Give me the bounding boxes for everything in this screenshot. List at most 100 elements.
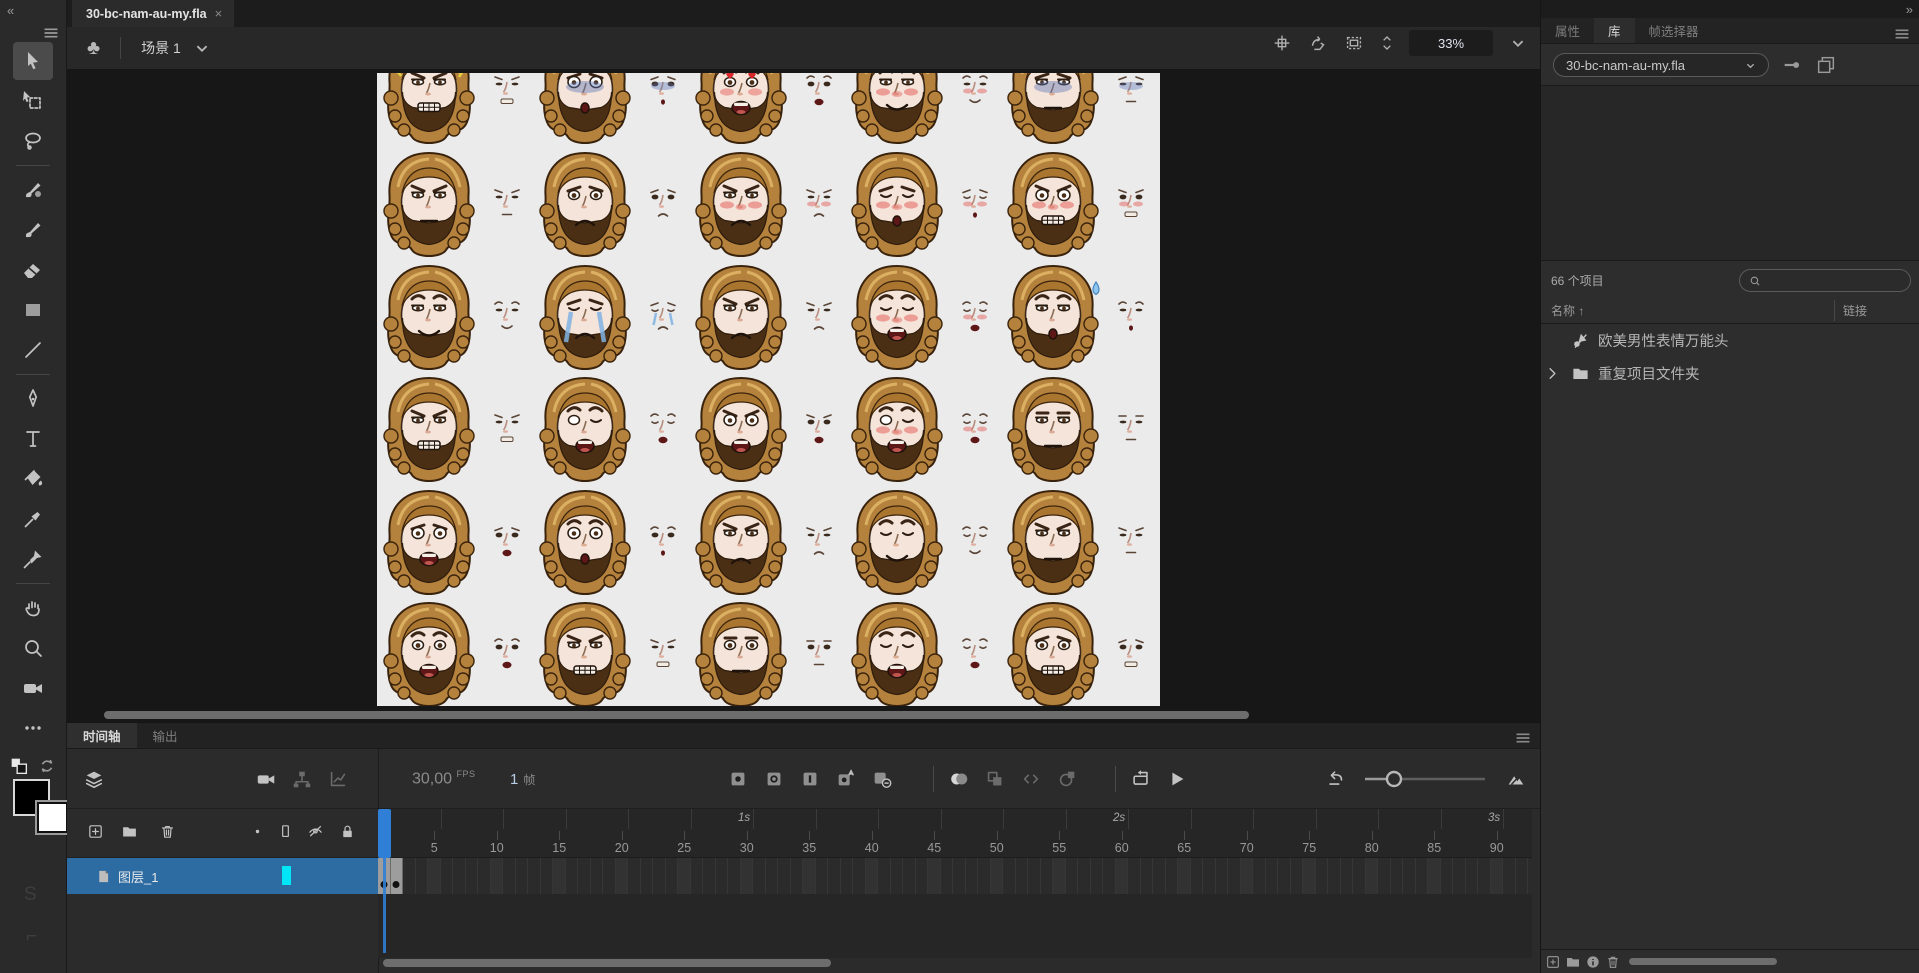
frame-cell[interactable]	[1116, 858, 1129, 894]
expand-folder-icon[interactable]	[1541, 364, 1563, 383]
frame-cell[interactable]	[1503, 858, 1516, 894]
frame-cell[interactable]	[1278, 858, 1291, 894]
sticker-neutral-meh[interactable]	[691, 597, 847, 706]
reset-timeline-zoom-icon[interactable]	[1325, 768, 1347, 790]
frame-cell[interactable]	[1341, 858, 1354, 894]
frame-cell[interactable]	[1191, 858, 1204, 894]
frame-cell[interactable]	[866, 858, 879, 894]
folder-icon[interactable]	[1571, 364, 1590, 383]
frame-cell[interactable]	[503, 858, 516, 894]
tab-output[interactable]: 输出	[137, 723, 194, 748]
sticker-angry-snarl[interactable]	[535, 597, 691, 706]
scene-chevron-down-icon[interactable]	[191, 37, 213, 59]
sticker-tired-eyebags[interactable]	[1003, 73, 1159, 147]
auto-keyframe-icon[interactable]	[835, 768, 857, 790]
symbol-clubs-icon[interactable]: ♣	[87, 37, 100, 60]
frame-cell[interactable]	[1078, 858, 1091, 894]
canvas-horizontal-scrollbar[interactable]	[97, 711, 1497, 719]
stage[interactable]	[377, 73, 1160, 706]
paint-bucket-tool[interactable]	[13, 460, 53, 498]
frame-cell[interactable]	[1003, 858, 1016, 894]
library-search-input[interactable]	[1739, 269, 1911, 292]
library-item[interactable]: 欧美男性表情万能头	[1541, 324, 1919, 357]
frame-cell[interactable]	[816, 858, 829, 894]
frame-cell[interactable]	[916, 858, 929, 894]
free-transform-tool[interactable]	[13, 82, 53, 120]
frame-cell[interactable]	[903, 858, 916, 894]
loop-frames-icon[interactable]	[1056, 768, 1078, 790]
insert-blank-keyframe-icon[interactable]	[763, 768, 785, 790]
layer-row[interactable]: 图层_1	[67, 858, 378, 894]
frame-cell[interactable]	[1466, 858, 1479, 894]
rotate-view-icon[interactable]	[1307, 32, 1329, 54]
sticker-rage-lightning[interactable]	[379, 73, 535, 147]
library-item-name[interactable]: 重复项目文件夹	[1598, 363, 1700, 384]
frame-cell[interactable]	[1141, 858, 1154, 894]
sticker-scream-shock[interactable]	[379, 485, 535, 598]
frame-cell[interactable]	[728, 858, 741, 894]
toolbar-menu-icon[interactable]	[40, 22, 62, 44]
frame-cell[interactable]	[1241, 858, 1254, 894]
column-header-link[interactable]: 链接	[1843, 302, 1867, 319]
frame-cell[interactable]	[478, 858, 491, 894]
center-stage-icon[interactable]	[1271, 32, 1293, 54]
sticker-disgusted-long-face[interactable]	[691, 260, 847, 373]
frame-cell[interactable]	[491, 858, 504, 894]
lasso-tool[interactable]	[13, 122, 53, 160]
frame-cell[interactable]	[741, 858, 754, 894]
frame-cell[interactable]	[616, 858, 629, 894]
frame-cell[interactable]	[453, 858, 466, 894]
eraser-tool[interactable]	[13, 251, 53, 289]
frame-cell[interactable]	[553, 858, 566, 894]
new-symbol-button[interactable]	[1545, 954, 1561, 970]
frame-cell[interactable]	[991, 858, 1004, 894]
tab-library[interactable]: 库	[1594, 18, 1635, 43]
frame-cell[interactable]	[1353, 858, 1366, 894]
frames-empty-area[interactable]	[378, 894, 1532, 958]
fill-color-swatch[interactable]	[37, 802, 68, 833]
new-library-panel-icon[interactable]	[1815, 54, 1837, 76]
frame-cell[interactable]	[753, 858, 766, 894]
frame-cell[interactable]	[1366, 858, 1379, 894]
swap-colors-icon[interactable]	[36, 755, 58, 777]
column-header-name[interactable]: 名称 ↑	[1541, 302, 1584, 319]
clip-content-icon[interactable]	[1343, 32, 1365, 54]
frame-cell[interactable]	[1103, 858, 1116, 894]
panel-menu-icon[interactable]	[1891, 23, 1913, 45]
layer-name[interactable]: 图层_1	[118, 867, 158, 886]
graphic-symbol-icon[interactable]	[1571, 331, 1590, 350]
frame-cell[interactable]	[1316, 858, 1329, 894]
frame-cell[interactable]	[841, 858, 854, 894]
frame-cell[interactable]	[1053, 858, 1066, 894]
hand-tool[interactable]	[13, 589, 53, 627]
frame-cell[interactable]	[1128, 858, 1141, 894]
delete-layer-button-icon[interactable]	[159, 823, 176, 840]
zoom-timeline-to-fit-icon[interactable]	[1505, 768, 1527, 790]
sticker-annoyed-squint[interactable]	[379, 147, 535, 260]
frame-cell[interactable]	[1491, 858, 1504, 894]
document-tab[interactable]: 30-bc-nam-au-my.fla ×	[72, 0, 234, 27]
insert-frame-icon[interactable]	[799, 768, 821, 790]
default-colors-icon[interactable]	[8, 755, 30, 777]
frame-cell[interactable]	[591, 858, 604, 894]
eyedropper-tool[interactable]	[13, 500, 53, 538]
new-folder-button-icon[interactable]	[121, 823, 138, 840]
timeline-ruler[interactable]: 510152025303540455055606570758085901s2s3…	[378, 809, 1532, 858]
rectangle-tool[interactable]	[13, 291, 53, 329]
frame-cell[interactable]	[966, 858, 979, 894]
sticker-wink-tongue[interactable]	[535, 372, 691, 485]
frame-cell[interactable]	[1403, 858, 1416, 894]
expand-panel-icon[interactable]: »	[1906, 2, 1911, 17]
zoom-stepper-icon[interactable]	[1379, 32, 1395, 54]
close-tab-icon[interactable]: ×	[215, 6, 223, 21]
frame-cell[interactable]	[416, 858, 429, 894]
zoom-chevron-down-icon[interactable]	[1507, 32, 1529, 54]
sticker-big-laugh[interactable]	[847, 597, 1003, 706]
zoom-level-input[interactable]: 33%	[1409, 30, 1493, 56]
parenting-icon[interactable]	[291, 768, 313, 790]
frame-cell[interactable]	[603, 858, 616, 894]
frame-cell[interactable]	[1028, 858, 1041, 894]
frame-cell[interactable]	[878, 858, 891, 894]
frame-cell[interactable]	[441, 858, 454, 894]
timeline-menu-icon[interactable]	[1512, 727, 1534, 749]
